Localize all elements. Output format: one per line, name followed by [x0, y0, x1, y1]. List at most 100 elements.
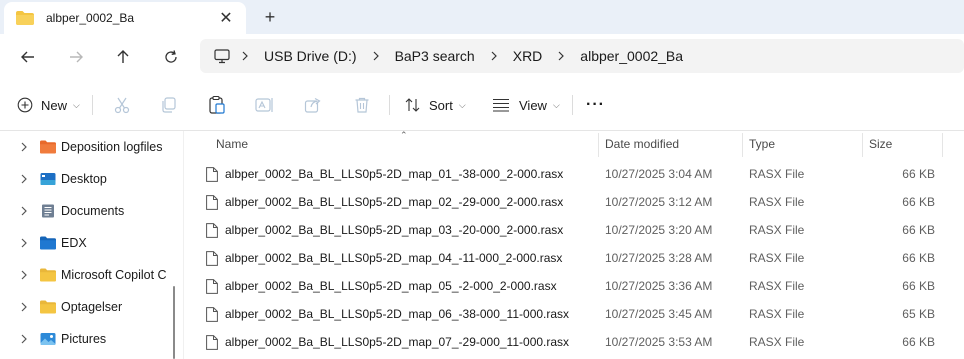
- up-button[interactable]: [109, 44, 137, 70]
- divider: [572, 95, 573, 115]
- table-row[interactable]: albper_0002_Ba_BL_LLS0p5-2D_map_06_-38-0…: [200, 300, 948, 328]
- file-icon: [206, 250, 218, 266]
- tab-active[interactable]: albper_0002_Ba ✕: [4, 2, 246, 34]
- navigation-pane-scrollbar[interactable]: [173, 286, 175, 359]
- breadcrumb-current-folder[interactable]: albper_0002_Ba: [576, 48, 687, 64]
- forward-button[interactable]: [62, 44, 90, 70]
- table-row[interactable]: albper_0002_Ba_BL_LLS0p5-2D_map_02_-29-0…: [200, 188, 948, 216]
- computer-icon: [214, 48, 230, 64]
- sidebar-item-optagelser[interactable]: Optagelser: [0, 291, 178, 323]
- chevron-right-icon[interactable]: [479, 51, 509, 61]
- file-icon: [206, 166, 218, 182]
- sort-icon: [405, 98, 420, 112]
- breadcrumb-usb-drive[interactable]: USB Drive (D:): [260, 48, 361, 64]
- size-cell: 66 KB: [902, 167, 935, 181]
- type-cell: RASX File: [749, 307, 805, 321]
- sort-button[interactable]: Sort ⌵: [405, 93, 466, 117]
- column-header-size[interactable]: Size: [869, 131, 892, 157]
- file-name-cell: albper_0002_Ba_BL_LLS0p5-2D_map_03_-20-0…: [206, 216, 563, 244]
- file-name-cell: albper_0002_Ba_BL_LLS0p5-2D_map_02_-29-0…: [206, 188, 563, 216]
- navigation-pane: Deposition logfiles Desktop Documents ED…: [0, 131, 178, 359]
- share-button[interactable]: [300, 93, 326, 117]
- rename-icon: [255, 98, 273, 112]
- desktop-icon: [40, 172, 56, 186]
- command-bar: New ⌵ Sort ⌵ View ⌵ ···: [0, 79, 964, 131]
- file-name: albper_0002_Ba_BL_LLS0p5-2D_map_07_-29-0…: [225, 335, 570, 349]
- chevron-right-icon[interactable]: [361, 51, 391, 61]
- divider: [92, 95, 93, 115]
- close-tab-icon[interactable]: ✕: [216, 8, 236, 28]
- column-divider[interactable]: [862, 133, 863, 157]
- new-label: New: [41, 97, 68, 113]
- size-cell: 66 KB: [902, 335, 935, 349]
- file-icon: [206, 334, 218, 350]
- chevron-down-icon: ⌵: [458, 99, 466, 110]
- view-button[interactable]: View ⌵: [492, 93, 560, 117]
- sidebar-item-deposition-logfiles[interactable]: Deposition logfiles: [0, 131, 178, 163]
- date-modified-cell: 10/27/2025 3:36 AM: [605, 279, 713, 293]
- sidebar-item-edx[interactable]: EDX: [0, 227, 178, 259]
- column-divider[interactable]: [598, 133, 599, 157]
- chevron-right-icon[interactable]: [18, 270, 30, 280]
- delete-button[interactable]: [349, 93, 375, 117]
- folder-icon: [16, 11, 34, 25]
- file-name: albper_0002_Ba_BL_LLS0p5-2D_map_04_-11-0…: [225, 251, 563, 265]
- column-divider[interactable]: [742, 133, 743, 157]
- type-cell: RASX File: [749, 251, 805, 265]
- chevron-right-icon[interactable]: [18, 206, 30, 216]
- sidebar-item-label: Deposition logfiles: [61, 140, 163, 154]
- date-modified-cell: 10/27/2025 3:12 AM: [605, 195, 713, 209]
- chevron-right-icon[interactable]: [230, 51, 260, 61]
- table-row[interactable]: albper_0002_Ba_BL_LLS0p5-2D_map_03_-20-0…: [200, 216, 948, 244]
- folder-yellow-icon: [40, 300, 56, 314]
- clipboard-icon: [209, 95, 225, 114]
- share-icon: [304, 97, 321, 113]
- file-name: albper_0002_Ba_BL_LLS0p5-2D_map_06_-38-0…: [225, 307, 570, 321]
- type-cell: RASX File: [749, 223, 805, 237]
- chevron-right-icon[interactable]: [18, 238, 30, 248]
- table-row[interactable]: albper_0002_Ba_BL_LLS0p5-2D_map_04_-11-0…: [200, 244, 948, 272]
- date-modified-cell: 10/27/2025 3:45 AM: [605, 307, 713, 321]
- sidebar-item-microsoft-copilot[interactable]: Microsoft Copilot C: [0, 259, 178, 291]
- sidebar-item-label: EDX: [61, 236, 87, 250]
- back-button[interactable]: [14, 44, 42, 70]
- new-tab-button[interactable]: +: [258, 6, 282, 28]
- trash-icon: [355, 97, 369, 113]
- copy-button[interactable]: [156, 93, 182, 117]
- table-row[interactable]: albper_0002_Ba_BL_LLS0p5-2D_map_07_-29-0…: [200, 328, 948, 356]
- tab-title: albper_0002_Ba: [46, 11, 135, 25]
- file-name-cell: albper_0002_Ba_BL_LLS0p5-2D_map_06_-38-0…: [206, 300, 569, 328]
- more-options-icon[interactable]: ···: [586, 93, 605, 117]
- breadcrumb-bap3-search[interactable]: BaP3 search: [391, 48, 479, 64]
- column-header-date-modified[interactable]: Date modified: [605, 131, 679, 157]
- view-icon: [493, 98, 509, 112]
- type-cell: RASX File: [749, 335, 805, 349]
- new-button[interactable]: New ⌵: [17, 93, 80, 117]
- paste-button[interactable]: [204, 93, 230, 117]
- file-name: albper_0002_Ba_BL_LLS0p5-2D_map_03_-20-0…: [225, 223, 564, 237]
- address-bar[interactable]: USB Drive (D:) BaP3 search XRD albper_00…: [200, 39, 964, 73]
- sidebar-item-desktop[interactable]: Desktop: [0, 163, 178, 195]
- table-row[interactable]: albper_0002_Ba_BL_LLS0p5-2D_map_05_-2-00…: [200, 272, 948, 300]
- chevron-right-icon[interactable]: [18, 174, 30, 184]
- sidebar-item-label: Documents: [61, 204, 125, 218]
- chevron-down-icon: ⌵: [552, 99, 560, 110]
- column-divider[interactable]: [942, 133, 943, 157]
- refresh-button[interactable]: [157, 44, 185, 70]
- sidebar-item-documents[interactable]: Documents: [0, 195, 178, 227]
- chevron-right-icon[interactable]: [546, 51, 576, 61]
- copy-icon: [162, 97, 176, 113]
- column-header-name[interactable]: Name: [216, 131, 248, 157]
- size-cell: 66 KB: [902, 223, 935, 237]
- file-name-cell: albper_0002_Ba_BL_LLS0p5-2D_map_07_-29-0…: [206, 328, 569, 356]
- breadcrumb-xrd[interactable]: XRD: [509, 48, 547, 64]
- chevron-right-icon[interactable]: [18, 302, 30, 312]
- arrow-left-icon: [21, 51, 34, 63]
- rename-button[interactable]: [252, 93, 278, 117]
- column-header-type[interactable]: Type: [749, 131, 775, 157]
- table-row[interactable]: albper_0002_Ba_BL_LLS0p5-2D_map_01_-38-0…: [200, 160, 948, 188]
- sidebar-item-pictures[interactable]: Pictures: [0, 323, 178, 355]
- chevron-right-icon[interactable]: [18, 142, 30, 152]
- chevron-right-icon[interactable]: [18, 334, 30, 344]
- cut-button[interactable]: [109, 93, 135, 117]
